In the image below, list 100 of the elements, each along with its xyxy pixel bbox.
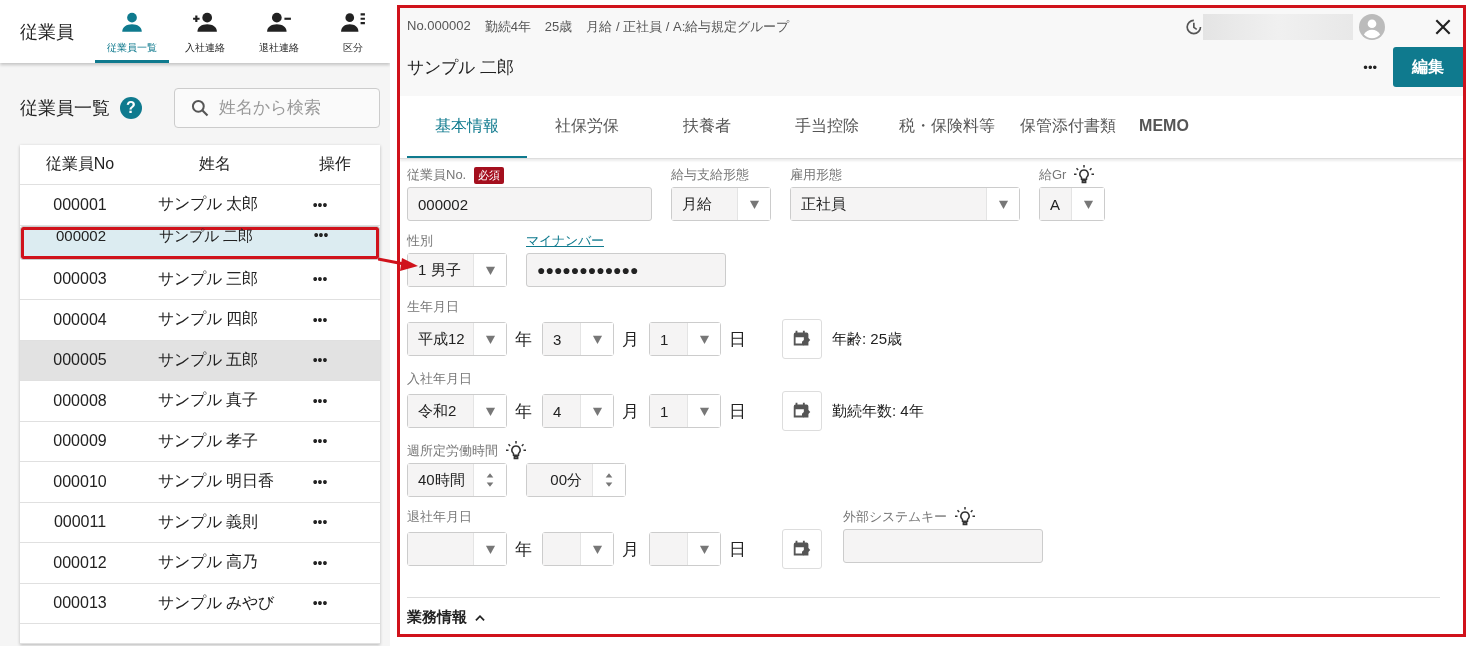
table-cell-text: サンプル 二郎 — [158, 226, 255, 246]
caret-down-icon — [698, 333, 710, 345]
dropdown[interactable]: 令和2 — [407, 394, 507, 428]
table-row[interactable]: 000002 サンプル 二郎 ••• — [20, 225, 380, 260]
unit-label: 月 — [622, 538, 639, 561]
field-label: 生年月日 — [407, 298, 459, 316]
table-cell-text: サンプル 高乃 — [157, 552, 260, 573]
field-label: 週所定労働時間 — [407, 442, 498, 460]
employee-name: サンプル 二郎 — [407, 56, 514, 79]
more-button[interactable]: ••• — [280, 352, 360, 369]
lightbulb-icon — [506, 441, 526, 461]
text-field[interactable] — [843, 529, 1043, 563]
table-row[interactable]: 000003 サンプル 三郎 ••• — [20, 259, 380, 300]
table-cell-text: 000009 — [52, 432, 108, 451]
required-badge: 必須 — [474, 166, 505, 184]
caret-down-icon — [997, 198, 1009, 210]
table-cell-text: 000011 — [52, 513, 108, 532]
unit-label: 月 — [622, 400, 639, 423]
unit-label: 年 — [515, 538, 532, 561]
dropdown[interactable]: 1 — [649, 322, 721, 356]
unit-label: 月 — [622, 328, 639, 351]
lightbulb-icon — [1074, 165, 1095, 185]
more-button[interactable]: ••• — [280, 392, 360, 409]
tab[interactable]: 保管添付書類 — [1007, 96, 1129, 158]
more-button[interactable]: ••• — [280, 196, 360, 213]
more-button[interactable]: ••• — [1363, 59, 1377, 75]
search-field[interactable]: 姓名から検索 — [174, 88, 380, 128]
more-button[interactable]: ••• — [281, 226, 361, 259]
history-icon[interactable] — [1183, 17, 1203, 37]
table-cell-text: サンプル 三郎 — [157, 268, 260, 289]
dropdown[interactable]: 1 — [649, 394, 721, 428]
tab[interactable]: MEMO — [1129, 96, 1199, 158]
table-cell-text: 000005 — [52, 351, 108, 370]
number-spinner[interactable]: 40時間 — [407, 463, 507, 497]
masked-field[interactable]: ●●●●●●●●●●●● — [526, 253, 726, 287]
my-number-link[interactable]: マイナンバー — [526, 232, 604, 250]
table-row[interactable]: 000001 サンプル 太郎 ••• — [20, 185, 380, 226]
table-cell-text: サンプル 四郎 — [157, 309, 260, 330]
info-text: 年齢: 25歳 — [832, 329, 903, 349]
field-label: 雇用形態 — [790, 166, 842, 184]
table-row[interactable]: 000005 サンプル 五郎 ••• — [20, 340, 380, 381]
help-button[interactable]: ? — [120, 97, 142, 119]
more-button[interactable]: ••• — [280, 595, 360, 612]
table-row[interactable]: 000011 サンプル 義則 ••• — [20, 502, 380, 543]
dropdown[interactable]: 平成12 — [407, 322, 507, 356]
more-button[interactable]: ••• — [280, 311, 360, 328]
tab[interactable]: 手当控除 — [767, 96, 887, 158]
dropdown[interactable]: A — [1039, 187, 1105, 221]
table-cell-text: サンプル 太郎 — [157, 194, 260, 215]
app-title: 従業員 — [20, 20, 75, 44]
nav-tab[interactable]: 区分 — [316, 0, 390, 63]
dropdown[interactable]: 1 男子 — [407, 253, 507, 287]
table-row[interactable]: 000008 サンプル 真子 ••• — [20, 381, 380, 422]
more-button[interactable]: ••• — [280, 271, 360, 288]
nav-tab[interactable]: 従業員一覧 — [94, 0, 169, 63]
more-button[interactable]: ••• — [280, 514, 360, 531]
dropdown[interactable]: 4 — [542, 394, 614, 428]
table-cell-text: 000013 — [52, 594, 108, 613]
summary-text: 勤続4年 — [484, 18, 531, 36]
info-text: 勤続年数: 4年 — [832, 401, 924, 421]
calendar-icon[interactable] — [782, 319, 822, 359]
edit-button[interactable]: 編集 — [1393, 47, 1463, 87]
tab[interactable]: 扶養者 — [647, 96, 767, 158]
dropdown[interactable]: 正社員 — [790, 187, 1020, 221]
table-row[interactable]: 000004 サンプル 四郎 ••• — [20, 300, 380, 341]
close-icon[interactable] — [1433, 17, 1453, 37]
number-spinner[interactable]: 00分 — [526, 463, 626, 497]
table-cell-text: 000001 — [52, 195, 108, 214]
text-field[interactable]: 000002 — [407, 187, 652, 221]
tab[interactable]: 基本情報 — [407, 96, 527, 158]
dropdown[interactable]: 月給 — [671, 187, 771, 221]
caret-down-icon — [748, 198, 760, 210]
calendar-icon[interactable] — [782, 529, 822, 569]
field-label: 入社年月日 — [407, 370, 472, 388]
more-button[interactable]: ••• — [280, 554, 360, 571]
calendar-icon[interactable] — [782, 391, 822, 431]
search-icon — [190, 98, 210, 118]
unit-label: 日 — [729, 538, 746, 561]
table-row[interactable]: 000012 サンプル 高乃 ••• — [20, 543, 380, 584]
more-button[interactable]: ••• — [280, 433, 360, 450]
table-cell-text: 000004 — [52, 310, 108, 329]
table-cell-text: 000008 — [52, 391, 108, 410]
tab[interactable]: 税・保険料等 — [887, 96, 1007, 158]
field-label: 給与支給形態 — [671, 166, 749, 184]
table-row[interactable]: 000013 サンプル みやび ••• — [20, 583, 380, 624]
caret-down-icon — [591, 333, 603, 345]
unit-label: 年 — [515, 328, 532, 351]
table-cell-text: サンプル 真子 — [157, 390, 260, 411]
field-label: 従業員No. — [407, 166, 467, 184]
table-row[interactable]: 000010 サンプル 明日香 ••• — [20, 462, 380, 503]
table-cell-text: 000010 — [52, 472, 108, 491]
nav-tab[interactable]: 入社連絡 — [168, 0, 243, 63]
table-cell-text: サンプル 孝子 — [157, 430, 260, 451]
nav-tab[interactable]: 退社連絡 — [242, 0, 317, 63]
more-button[interactable]: ••• — [280, 473, 360, 490]
section-toggle[interactable]: 業務情報 — [407, 608, 487, 627]
tab[interactable]: 社保労保 — [527, 96, 647, 158]
list-title: 従業員一覧 — [20, 97, 110, 120]
table-row[interactable]: 000009 サンプル 孝子 ••• — [20, 421, 380, 462]
dropdown[interactable]: 3 — [542, 322, 614, 356]
